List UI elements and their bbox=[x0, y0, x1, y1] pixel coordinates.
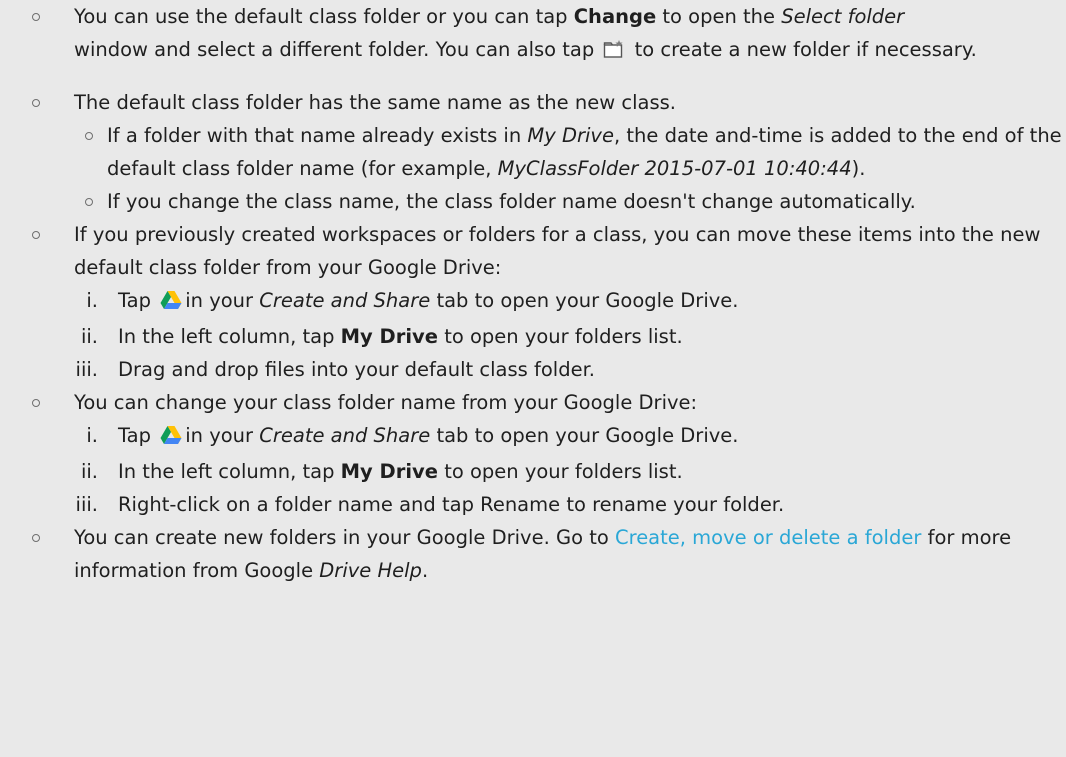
text: to open the bbox=[656, 5, 782, 28]
text: In the left column, tap bbox=[118, 325, 341, 348]
text: to open your folders list. bbox=[438, 325, 683, 348]
my-drive-label: My Drive bbox=[527, 124, 614, 147]
text: You can use the default class folder or … bbox=[74, 5, 574, 28]
list-item: You can create new folders in your Googl… bbox=[32, 521, 1062, 587]
text: The default class folder has the same na… bbox=[74, 91, 676, 114]
step-item: ii. In the left column, tap My Drive to o… bbox=[81, 455, 1062, 488]
text: You can change your class folder name fr… bbox=[74, 391, 698, 414]
list-item: You can use the default class folder or … bbox=[32, 0, 1062, 69]
step-number: i. bbox=[86, 289, 98, 312]
list-item: If a folder with that name already exist… bbox=[85, 119, 1062, 185]
google-drive-icon bbox=[160, 287, 182, 320]
step-number: ii. bbox=[80, 325, 98, 348]
my-drive-label: My Drive bbox=[340, 325, 438, 348]
select-folder-label: Select folder bbox=[781, 5, 905, 28]
text: tab to open your Google Drive. bbox=[430, 289, 739, 312]
text: to create a new folder if necessary. bbox=[628, 38, 977, 61]
create-and-share-label: Create and Share bbox=[259, 424, 431, 447]
bullet-marker bbox=[32, 231, 40, 239]
text: Right-click on a folder name and tap Ren… bbox=[118, 493, 785, 516]
help-document: You can use the default class folder or … bbox=[0, 0, 1066, 757]
step-item: iii. Right-click on a folder name and tap… bbox=[76, 488, 1062, 521]
text: In the left column, tap bbox=[118, 460, 341, 483]
step-number: i. bbox=[86, 424, 98, 447]
text: If you change the class name, the class … bbox=[107, 190, 916, 213]
step-number: ii. bbox=[80, 460, 98, 483]
numbered-steps: i. Tap in your Create and Share tab to op… bbox=[74, 419, 1062, 521]
text: If you previously created workspaces or … bbox=[74, 223, 1041, 279]
text: tab to open your Google Drive. bbox=[430, 424, 739, 447]
main-bullet-list: You can use the default class folder or … bbox=[32, 0, 1062, 587]
list-item: If you change the class name, the class … bbox=[85, 185, 1062, 218]
drive-help-label: Drive Help bbox=[319, 559, 422, 582]
text: ). bbox=[851, 157, 866, 180]
step-number: iii. bbox=[75, 358, 98, 381]
create-and-share-label: Create and Share bbox=[259, 289, 431, 312]
sub-bullet-list: If a folder with that name already exist… bbox=[85, 119, 1062, 218]
text: window and select a different folder. Yo… bbox=[74, 38, 601, 61]
google-drive-icon bbox=[160, 422, 182, 455]
new-folder-icon bbox=[603, 36, 625, 69]
step-item: ii. In the left column, tap My Drive to o… bbox=[81, 320, 1062, 353]
my-drive-label: My Drive bbox=[340, 460, 438, 483]
text: Drag and drop files into your default cl… bbox=[118, 358, 595, 381]
step-item: i. Tap in your Create and Share tab to op… bbox=[86, 284, 1062, 320]
step-item: i. Tap in your Create and Share tab to op… bbox=[86, 419, 1062, 455]
step-item: iii. Drag and drop files into your defaul… bbox=[76, 353, 1062, 386]
text: You can create new folders in your Googl… bbox=[74, 526, 615, 549]
change-label: Change bbox=[573, 5, 657, 28]
bullet-marker bbox=[32, 13, 40, 21]
list-item: If you previously created workspaces or … bbox=[32, 218, 1062, 386]
text: in your bbox=[185, 289, 260, 312]
bullet-marker bbox=[32, 99, 40, 107]
text: in your bbox=[185, 424, 260, 447]
bullet-marker bbox=[32, 534, 40, 542]
text: to open your folders list. bbox=[438, 460, 683, 483]
create-move-delete-folder-link[interactable]: Create, move or delete a folder bbox=[615, 526, 921, 549]
text: Tap bbox=[118, 289, 158, 312]
bullet-marker bbox=[32, 399, 40, 407]
step-number: iii. bbox=[75, 493, 98, 516]
list-item: You can change your class folder name fr… bbox=[32, 386, 1062, 521]
numbered-steps: i. Tap in your Create and Share tab to op… bbox=[74, 284, 1062, 386]
bullet-marker bbox=[85, 198, 93, 206]
example-folder-name: MyClassFolder 2015-07-01 10:40:44 bbox=[497, 157, 852, 180]
list-item: The default class folder has the same na… bbox=[32, 86, 1062, 218]
text: If a folder with that name already exist… bbox=[107, 124, 528, 147]
bullet-marker bbox=[85, 132, 93, 140]
text: Tap bbox=[118, 424, 158, 447]
text: . bbox=[421, 559, 429, 582]
